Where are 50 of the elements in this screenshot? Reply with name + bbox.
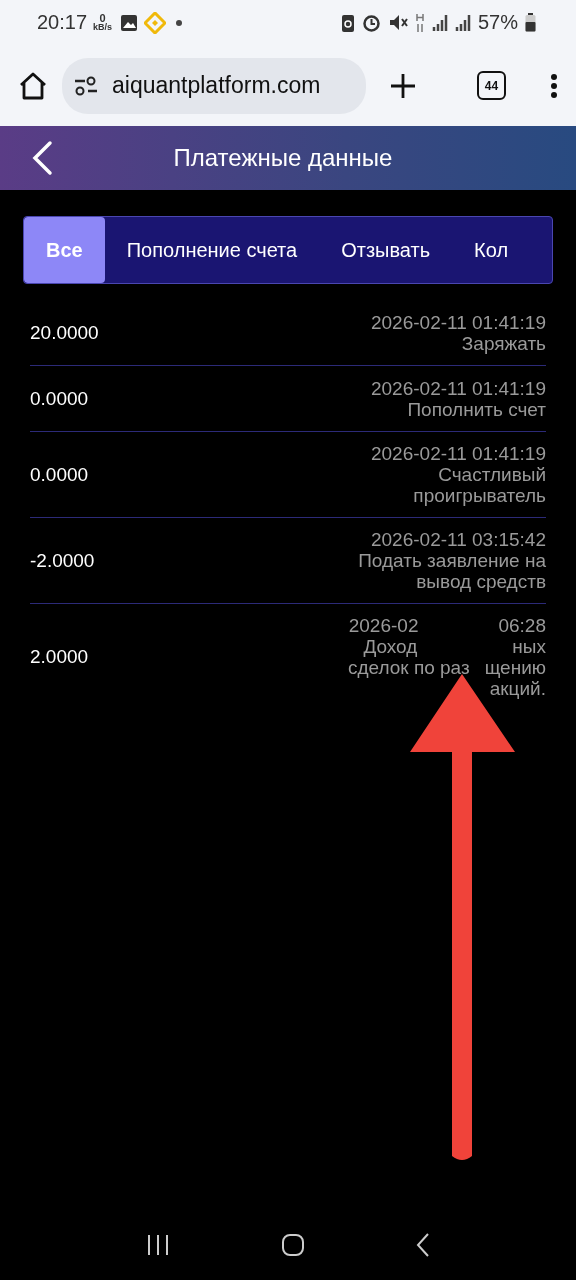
filter-tab[interactable]: Отзывать [319,217,453,283]
home-button-icon[interactable] [281,1233,305,1257]
timestamp: 2026-02-11 01:41:19 [370,443,546,464]
signal-icon [454,13,471,32]
timestamp: 2026-02-11 01:41:19 [370,311,546,333]
network-speed: 0 [99,13,106,23]
timestamp: 06:28 [498,615,546,636]
description: Пополнить счет [407,398,546,420]
speed-unit: kB/s [93,22,113,32]
description: Заряжать [461,332,546,354]
address-bar[interactable]: aiquantplatform.com [62,57,366,114]
clock: 20:17 [37,11,88,34]
signal-icon [431,13,448,32]
amount: -2.0000 [30,549,95,572]
description: Подать заявление на [358,550,546,571]
timestamp: 2026-02-11 01:41:19 [370,377,546,399]
timestamp: 2026-02-11 03:15:42 [370,529,546,550]
description: ных [512,636,546,657]
description: щению [484,657,546,678]
description: Доход [363,636,418,657]
back-icon[interactable] [30,140,54,176]
battery-saver-icon [340,12,355,33]
site-settings-icon [74,74,98,97]
description: вывод средств [416,571,546,592]
tab-count[interactable]: 44 [477,71,506,100]
filter-tab[interactable]: Пополнение счета [104,217,320,283]
recent-apps-icon[interactable] [145,1234,170,1256]
alarm-icon [361,13,381,32]
description: сделок по раз [347,657,470,678]
timestamp: 2026-02 [348,615,419,636]
filter-tab[interactable]: Кол [452,217,531,283]
amount: 0.0000 [30,387,89,410]
network-type-icon [414,12,425,33]
page-title: Платежные данные [173,144,393,171]
image-icon [120,13,139,32]
battery-level: 57% [477,11,518,34]
description: проигрыватель [413,485,546,506]
diamond-logo-icon [144,11,167,34]
dot-icon [176,19,183,26]
amount: 0.0000 [30,463,89,486]
more-menu-icon[interactable] [550,72,558,99]
back-icon[interactable] [416,1233,431,1257]
amount: 20.0000 [30,321,99,344]
new-tab-icon[interactable] [390,72,416,99]
amount: 2.0000 [30,646,89,668]
description: акций. [489,678,546,699]
battery-icon [525,13,536,32]
mute-icon [387,13,408,32]
description: Счастливый [438,464,546,485]
home-icon[interactable] [18,70,48,101]
